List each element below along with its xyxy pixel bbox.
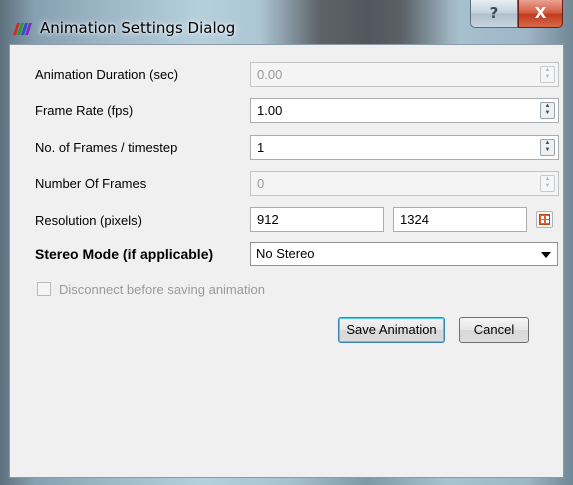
title-bar[interactable]: Animation Settings Dialog ? X [0,0,573,44]
resolution-width-field[interactable]: 912 [250,207,384,232]
stereo-mode-label: Stereo Mode (if applicable) [35,246,214,262]
window-title: Animation Settings Dialog [40,19,236,37]
frame-rate-value: 1.00 [257,103,283,118]
frames-per-timestep-value: 1 [257,140,265,155]
help-button[interactable]: ? [470,0,518,28]
animation-duration-field[interactable]: 0.00 ▲ ▼ [250,62,559,87]
window-frame: Animation Settings Dialog ? X Animation … [0,0,573,485]
spin-up-down-icon[interactable]: ▲ ▼ [540,102,555,119]
dialog-body: Animation Duration (sec) 0.00 ▲ ▼ Frame R… [9,44,564,478]
disconnect-checkbox[interactable] [37,282,51,296]
frame-rate-label: Frame Rate (fps) [35,103,134,118]
number-of-frames-label: Number Of Frames [35,176,147,191]
frame-rate-field[interactable]: 1.00 ▲ ▼ [250,98,559,123]
save-animation-button[interactable]: Save Animation [338,317,445,343]
animation-duration-label: Animation Duration (sec) [35,67,179,82]
animation-duration-value: 0.00 [257,67,283,82]
resolution-height-value: 1324 [400,212,429,227]
resolution-height-field[interactable]: 1324 [393,207,527,232]
resolution-label: Resolution (pixels) [35,213,142,228]
frames-per-timestep-field[interactable]: 1 ▲ ▼ [250,135,559,160]
lock-aspect-icon-glyph [539,214,550,225]
title-bar-shading [260,0,460,44]
resolution-width-value: 912 [257,212,279,227]
lock-aspect-icon[interactable] [536,211,553,228]
spin-up-down-icon[interactable]: ▲ ▼ [540,66,555,83]
stereo-mode-select[interactable]: No Stereo [250,242,558,266]
cancel-button[interactable]: Cancel [459,317,529,343]
close-button[interactable]: X [518,0,563,28]
stereo-mode-value: No Stereo [256,246,315,261]
number-of-frames-field[interactable]: 0 ▲ ▼ [250,171,559,196]
spin-up-down-icon[interactable]: ▲ ▼ [540,139,555,156]
disconnect-label: Disconnect before saving animation [59,282,265,297]
number-of-frames-value: 0 [257,176,265,191]
chevron-down-icon [541,252,551,258]
frames-per-timestep-label: No. of Frames / timestep [35,140,178,155]
paraview-logo-icon [13,23,32,35]
spin-up-down-icon[interactable]: ▲ ▼ [540,175,555,192]
